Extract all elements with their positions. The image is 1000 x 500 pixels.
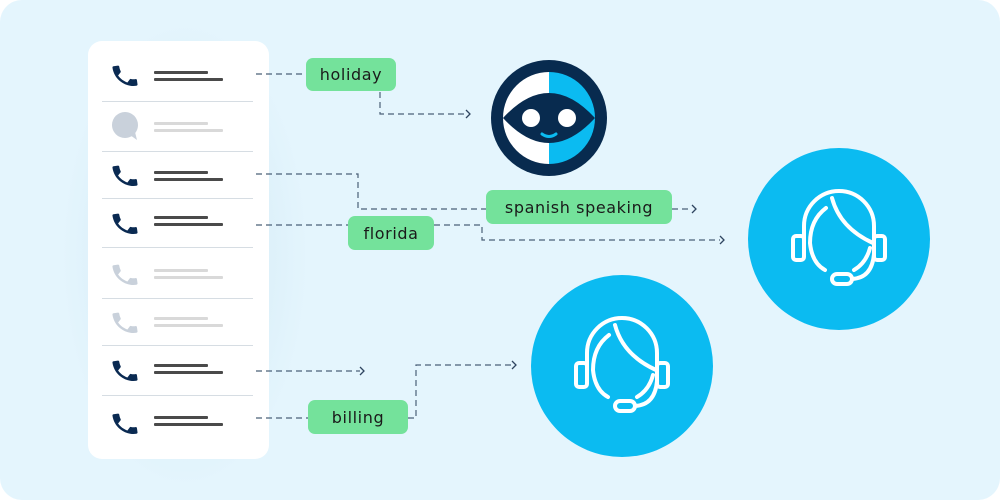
arrow-head [359,366,365,376]
arrow-head [465,109,471,119]
tag-holiday[interactable]: holiday [306,58,396,91]
agent-node-large [748,148,930,330]
tag-florida[interactable]: florida [348,216,434,250]
connector-florida-out [434,224,720,241]
tag-spanish-speaking[interactable]: spanish speaking [486,190,672,224]
connector-spanish-in [256,173,486,210]
diagram-canvas: holiday spanish speaking florida billing [0,0,1000,500]
agent-node-small [531,275,713,457]
connector-holiday-to-bot [379,92,466,115]
tag-billing[interactable]: billing [308,400,408,434]
arrow-head [691,204,697,214]
arrow-head [719,235,725,245]
chatbot-face-icon [491,60,607,176]
arrow-head [511,360,517,370]
connector-billing-out [408,364,512,419]
